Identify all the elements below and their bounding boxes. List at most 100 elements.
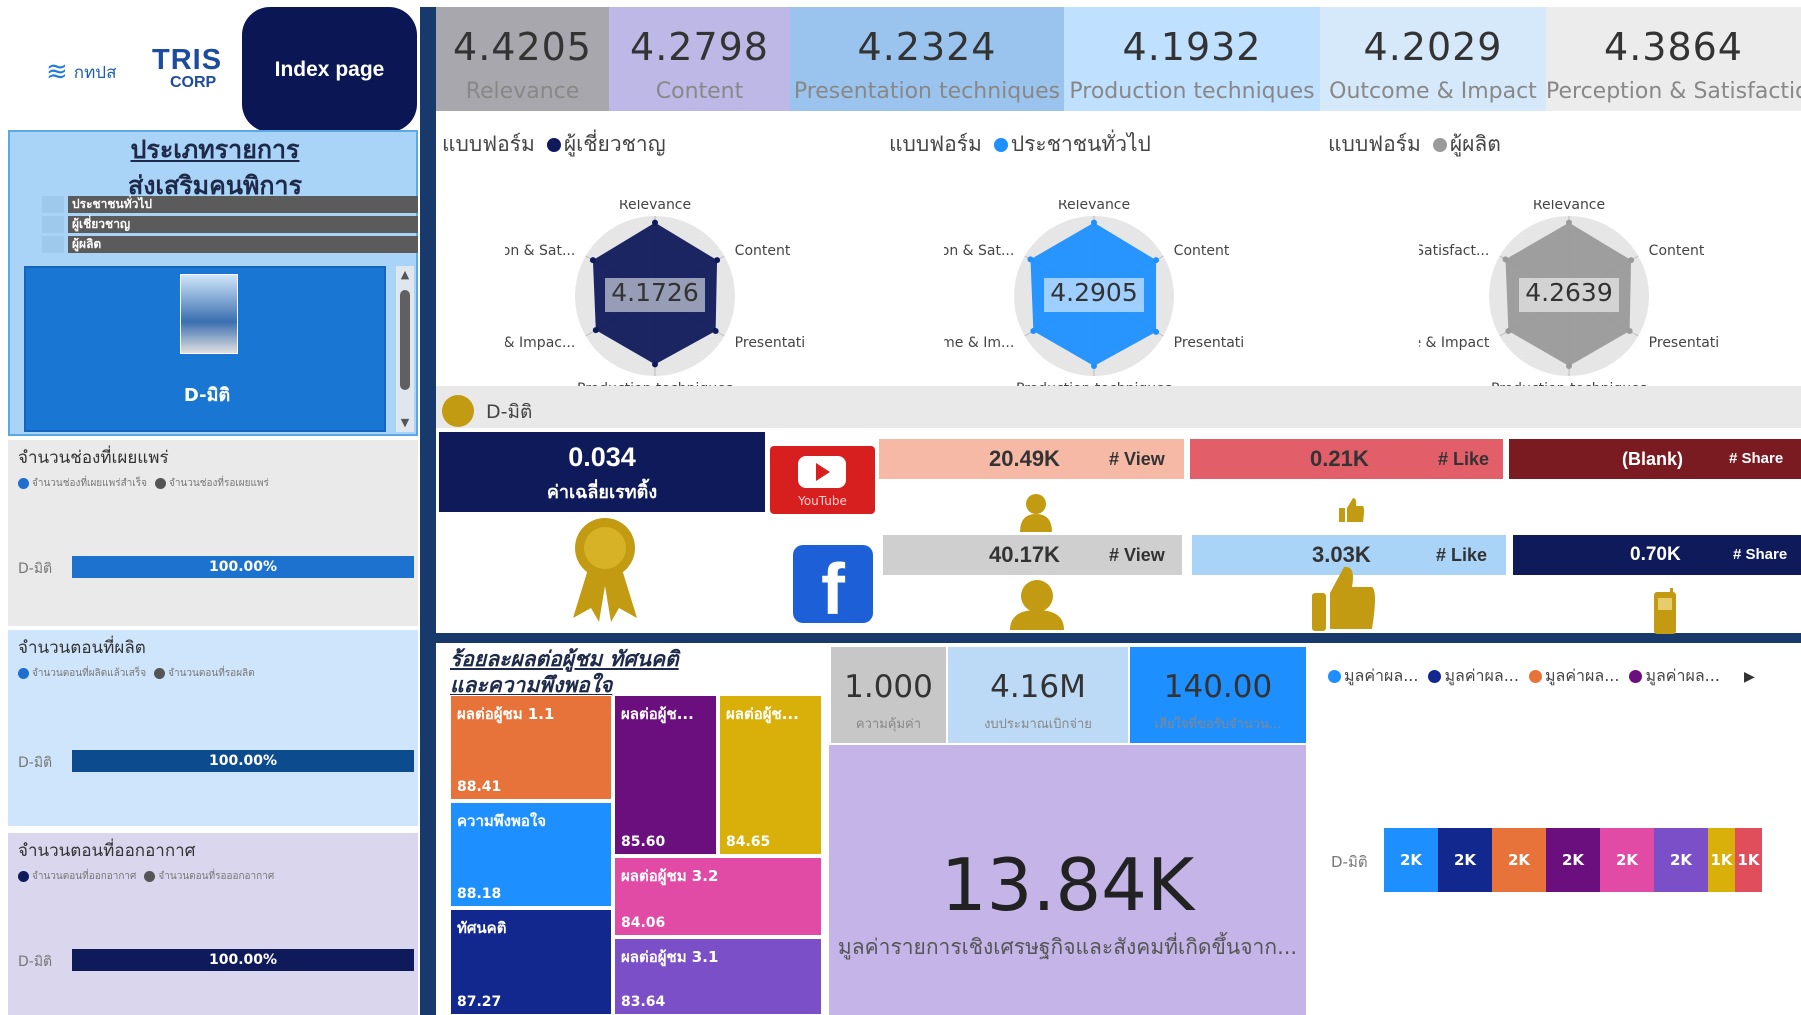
metric-bar[interactable]: 100.00% [72,556,414,578]
legend-dot [1432,138,1447,152]
kpi-value: 4.16M [990,669,1086,705]
treemap-cell[interactable]: ผลต่อผู้ชม 3.1 83.64 [614,938,822,1015]
radar-point[interactable] [1153,257,1160,264]
stacked-bar-segment[interactable]: 1K [1735,828,1762,892]
radar-legend: แบบฟอร์ม ผู้เชี่ยวชาญ [442,128,666,161]
legend-label: มูลค่าผล... [1645,666,1720,685]
kpi-card: 140.00 เสียใจที่ขอรับจำนวน... [1130,647,1306,743]
treemap-cell[interactable]: ความพึงพอใจ 88.18 [450,802,612,907]
kpi-value: 4.2029 [1363,25,1503,69]
stacked-bar-segment[interactable]: 2K [1546,828,1600,892]
mobile-phone-icon [1654,588,1676,634]
category-item-producers[interactable]: ผู้ผลิต [68,236,418,253]
program-list-scrollbar[interactable]: ▲ ▼ [396,266,414,432]
radar-legend-item[interactable]: ผู้ผลิต [1432,128,1501,161]
radar-point[interactable] [714,257,721,264]
radar-point[interactable] [1030,328,1037,334]
metric-bar[interactable]: 100.00% [72,949,414,971]
radar-axis-label: Relevance [619,200,691,213]
category-item-general-public[interactable]: ประชาชนทั่วไป [68,196,418,213]
radar-point[interactable] [652,219,658,226]
category-checkbox[interactable] [42,196,64,213]
legend-item[interactable]: มูลค่าผล... [1428,664,1519,689]
metric-bar[interactable]: 100.00% [72,750,414,772]
stacked-bar-segment[interactable]: 2K [1600,828,1654,892]
kpi-value: 4.1932 [1122,25,1262,69]
tris-logo-line1: TRIS [152,44,223,76]
program-legend-dot [442,395,474,427]
legend-label: มูลค่าผล... [1544,666,1620,685]
legend-item[interactable]: มูลค่าผล... [1328,664,1418,689]
kpi-value: 4.4205 [453,25,592,69]
metric-title: จำนวนตอนที่ผลิต [18,638,146,658]
radar-point[interactable] [589,257,596,264]
index-page-button[interactable]: Index page [242,7,417,132]
stack-legend: มูลค่าผล... มูลค่าผล... มูลค่าผล... มูลค่าผ… [1328,664,1755,689]
radar-point[interactable] [1626,328,1633,334]
chevron-right-icon[interactable]: ▶ [1744,669,1755,685]
radar-point[interactable] [712,328,719,334]
program-thumbnail [180,274,238,354]
facebook-likes-label: # Like [1436,545,1488,565]
treemap-cell[interactable]: ทัศนคติ 87.27 [450,909,612,1015]
radar-point[interactable] [1502,256,1509,263]
category-checkbox[interactable] [42,216,64,233]
radar-point[interactable] [1566,219,1572,226]
treemap-cell-value: 84.06 [621,915,666,931]
user-icon [1010,580,1064,630]
legend-dot [993,138,1008,152]
category-title-line1: ประเภทรายการ [130,135,300,164]
radar-point[interactable] [1091,363,1097,369]
radar-point[interactable] [1505,328,1512,334]
legend-dot [1428,670,1442,683]
legend-item[interactable]: จำนวนตอนที่รอออกอากาศ [144,869,274,884]
radar-point[interactable] [1628,257,1635,264]
radar-point[interactable] [1566,363,1572,369]
stacked-bar-segment[interactable]: 2K [1438,828,1492,892]
legend-label: จำนวนตอนที่ผลิตแล้วเสร็จ [32,668,147,679]
radar-legend-prefix: แบบฟอร์ม [442,132,535,156]
radar-point[interactable] [1091,219,1097,226]
stacked-bar-segment[interactable]: 1K [1708,828,1735,892]
facebook-shares-label: # Share [1733,546,1788,563]
radar-legend-item[interactable]: ผู้เชี่ยวชาญ [546,128,666,161]
stacked-bar-segment[interactable]: 2K [1384,828,1438,892]
kpi-label: Presentation techniques [793,79,1061,104]
program-card[interactable]: D-มิติ [24,266,386,432]
legend-item[interactable]: จำนวนตอนที่รอผลิต [154,666,255,681]
radar-legend-item[interactable]: ประชาชนทั่วไป [993,128,1151,161]
treemap-cell[interactable]: ผลต่อผู้ช... 84.65 [719,695,822,855]
kpi-label: เสียใจที่ขอรับจำนวน... [1154,717,1282,732]
legend-item[interactable]: มูลค่าผล... [1629,664,1720,689]
radar-point[interactable] [592,327,599,334]
metric-block: จำนวนตอนที่ออกอากาศ จำนวนตอนที่ออกอากาศ จำ… [8,833,418,1015]
treemap-cell[interactable]: ผลต่อผู้ชม 1.1 88.41 [450,695,612,800]
kpi-label: Perception & Satisfaction [1546,79,1801,104]
radar-axis-label: Perception & Sat... [505,243,575,259]
radar-point[interactable] [652,361,658,368]
metric-row-label: D-มิติ [18,755,53,771]
treemap-cell[interactable]: ผลต่อผู้ชม 3.2 84.06 [614,857,822,936]
treemap-cell[interactable]: ผลต่อผู้ช... 85.60 [614,695,717,855]
treemap-cell-label: ทัศนคติ [457,919,507,937]
stacked-bar-segment[interactable]: 2K [1654,828,1708,892]
stacked-bar-segment[interactable]: 2K [1492,828,1546,892]
legend-item[interactable]: จำนวนช่องที่รอเผยแพร่ [154,476,269,491]
legend-item[interactable]: มูลค่าผล... [1528,664,1620,689]
scroll-down-icon[interactable]: ▼ [399,416,411,430]
radar-legend: แบบฟอร์ม ประชาชนทั่วไป [889,128,1151,161]
legend-item[interactable]: จำนวนตอนที่ผลิตแล้วเสร็จ [18,666,146,681]
kpi-card: 4.1932 Production techniques [1064,7,1320,111]
scroll-thumb[interactable] [400,290,410,390]
legend-item[interactable]: จำนวนช่องที่เผยแพร่สำเร็จ [18,476,147,491]
scroll-up-icon[interactable]: ▲ [399,268,411,282]
radar-point[interactable] [1153,328,1160,335]
category-checkbox[interactable] [42,236,64,253]
radar-point[interactable] [1027,256,1034,263]
legend-dot [154,667,166,679]
radar-center-value: 4.1726 [605,278,705,312]
category-item-experts[interactable]: ผู้เชี่ยวชาญ [68,216,418,233]
stack-row-label: D-มิติ [1331,853,1368,871]
facebook-logo: f [793,545,873,630]
legend-item[interactable]: จำนวนตอนที่ออกอากาศ [18,869,136,884]
